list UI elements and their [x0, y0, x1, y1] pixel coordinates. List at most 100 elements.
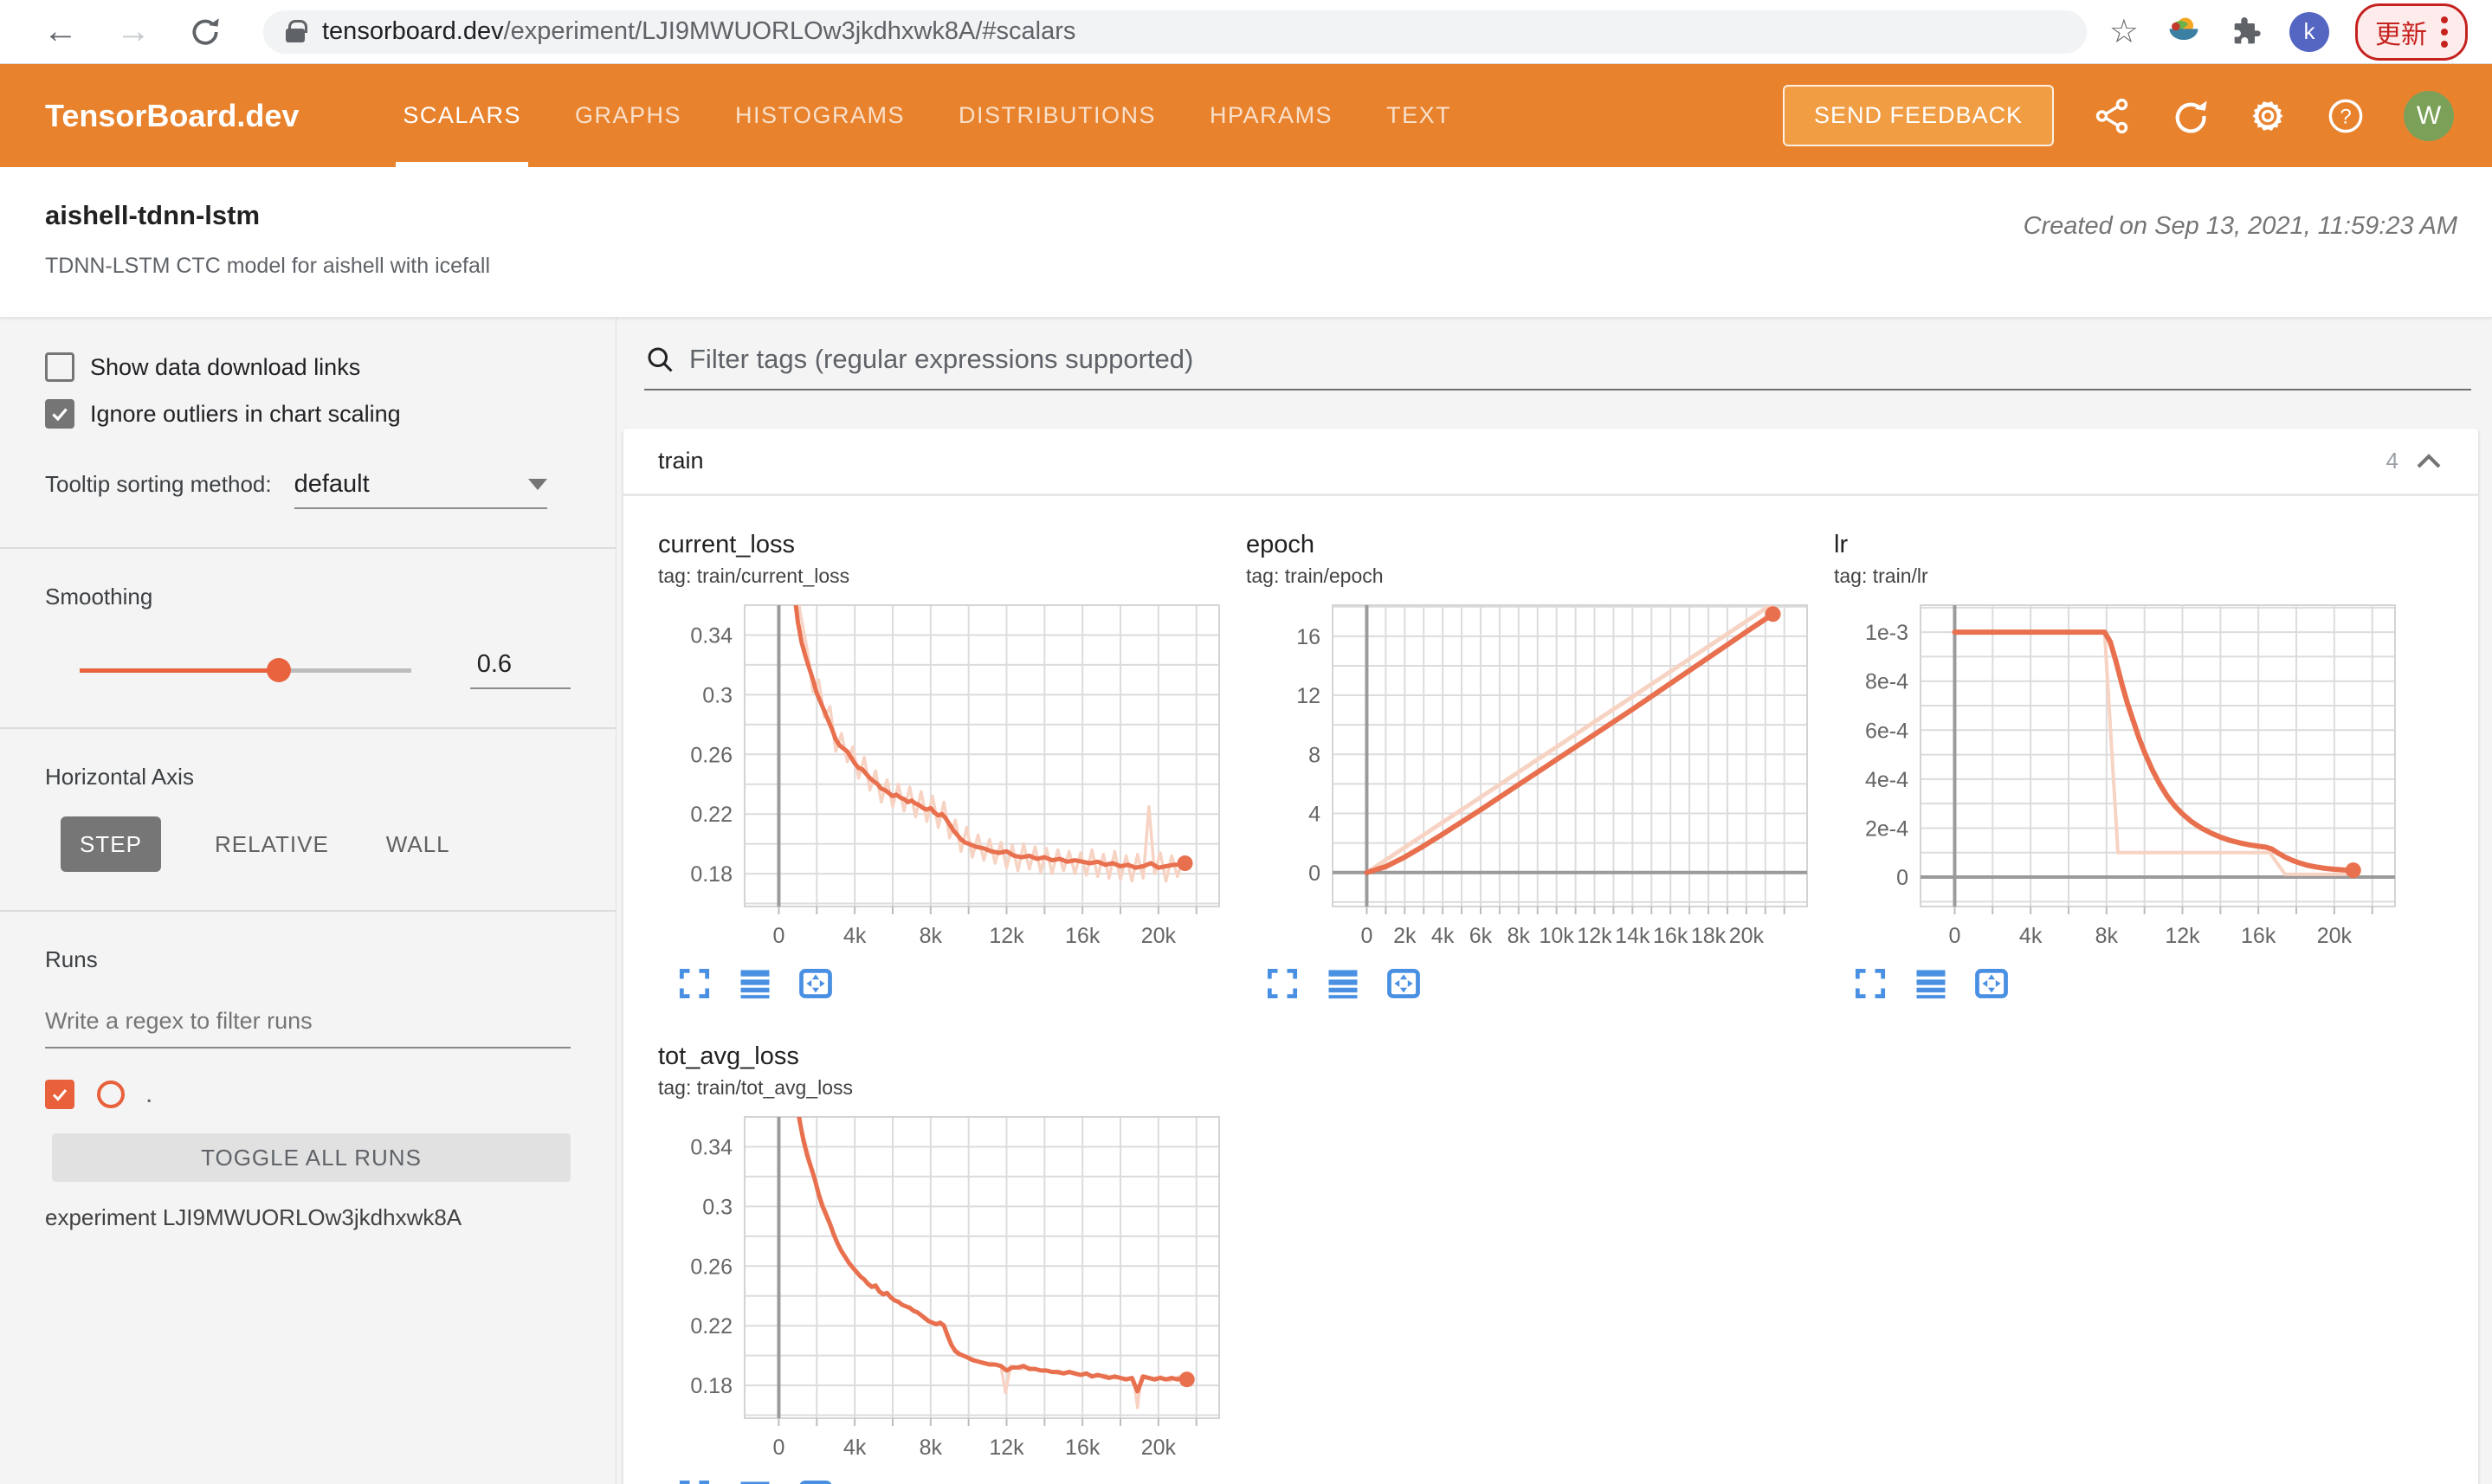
extensions-puzzle-icon[interactable] [2229, 15, 2263, 49]
fit-domain-icon[interactable] [1972, 965, 2011, 1003]
chart-actions [675, 1476, 1230, 1484]
chart-plot-area[interactable]: 0.18 0.22 0.26 0.3 0.34 0 4k 8k 12k 16k 20k [658, 1112, 1230, 1460]
browser-profile-avatar[interactable]: k [2289, 11, 2329, 52]
axis-relative-button[interactable]: RELATIVE [215, 831, 329, 858]
x-tick-label: 10k [1539, 924, 1574, 946]
y-tick-label: 0.18 [690, 1374, 733, 1398]
y-tick-label: 8e-4 [1865, 670, 1908, 694]
train-section-header[interactable]: train 4 [623, 429, 2478, 496]
toggle-all-runs-button[interactable]: TOGGLE ALL RUNS [52, 1133, 571, 1182]
x-tick-label: 4k [2019, 924, 2043, 946]
data-table-icon[interactable] [736, 1476, 774, 1484]
filter-tags-field[interactable] [644, 344, 2471, 390]
axis-step-button[interactable]: STEP [61, 816, 161, 872]
x-tick-label: 20k [1141, 924, 1177, 946]
chart-plot-area[interactable]: 0.18 0.22 0.26 0.3 0.34 0 4k 8k 12k 16k 20k [658, 600, 1230, 948]
data-table-icon[interactable] [736, 965, 774, 1003]
account-avatar[interactable]: W [2404, 90, 2454, 141]
svg-text:?: ? [2340, 105, 2351, 128]
data-table-icon[interactable] [1912, 965, 1950, 1003]
tooltip-sorting-value: default [294, 470, 370, 498]
x-tick-label: 12k [989, 924, 1024, 946]
fit-domain-icon[interactable] [1385, 965, 1423, 1003]
series-end-dot [2345, 862, 2361, 879]
charts-grid: current_loss tag: train/current_loss 0.18 0… [658, 531, 2478, 1484]
runs-filter-input[interactable] [45, 1008, 571, 1048]
fit-domain-icon[interactable] [797, 965, 835, 1003]
x-tick-label: 20k [1141, 1436, 1177, 1458]
filter-tags-input[interactable] [689, 344, 2471, 375]
bookmark-star-icon[interactable]: ☆ [2109, 12, 2139, 51]
x-tick-label: 8k [1507, 924, 1531, 946]
y-tick-label: 0 [1896, 866, 1908, 890]
chart-title: tot_avg_loss [658, 1042, 799, 1070]
data-table-icon[interactable] [1324, 965, 1362, 1003]
fullscreen-icon[interactable] [1263, 965, 1301, 1003]
smoothing-slider-knob[interactable] [266, 657, 291, 682]
sidebar-divider [0, 547, 616, 549]
ignore-outliers-row[interactable]: Ignore outliers in chart scaling [45, 399, 571, 429]
extension-colorful-icon[interactable] [2165, 13, 2203, 51]
tab-distributions[interactable]: DISTRIBUTIONS [959, 64, 1156, 167]
show-download-links-checkbox[interactable] [45, 352, 74, 382]
help-icon[interactable]: ? [2326, 96, 2366, 136]
share-icon[interactable] [2092, 96, 2132, 136]
x-tick-label: 0 [1949, 924, 1961, 946]
y-tick-label: 6e-4 [1865, 719, 1908, 743]
y-tick-label: 0.3 [702, 1195, 733, 1219]
x-tick-label: 20k [1729, 924, 1765, 946]
x-tick-label: 12k [2165, 924, 2200, 946]
url-text: tensorboard.dev/experiment/LJI9MWUORLOw3… [322, 17, 1076, 45]
fullscreen-icon[interactable] [1851, 965, 1889, 1003]
browser-refresh-icon[interactable] [189, 16, 222, 48]
browser-menu-icon[interactable] [2441, 16, 2448, 48]
tab-graphs[interactable]: GRAPHS [575, 64, 681, 167]
chart-tag: tag: train/epoch [1246, 565, 1384, 587]
settings-gear-icon[interactable] [2248, 96, 2288, 136]
ignore-outliers-checkbox[interactable] [45, 399, 74, 429]
axis-wall-button[interactable]: WALL [386, 831, 450, 858]
smoothing-value[interactable]: 0.6 [469, 650, 571, 689]
x-tick-label: 12k [1577, 924, 1612, 946]
chart-plot-area[interactable]: 0 2e-4 4e-4 6e-4 8e-4 1e-3 0 4k 8k 12k 16k 20k [1834, 600, 2405, 948]
y-tick-label: 2e-4 [1865, 816, 1908, 841]
run-row[interactable]: . [45, 1080, 571, 1109]
x-tick-label: 8k [920, 924, 943, 946]
fullscreen-icon[interactable] [675, 965, 713, 1003]
tab-histograms[interactable]: HISTOGRAMS [735, 64, 905, 167]
address-bar[interactable]: tensorboard.dev/experiment/LJI9MWUORLOw3… [263, 10, 2087, 54]
browser-chrome: ← → tensorboard.dev/experiment/LJI9MWUOR… [0, 0, 2492, 64]
chrome-update-button[interactable]: 更新 [2355, 3, 2468, 61]
y-tick-label: 0.22 [690, 1314, 733, 1339]
x-tick-label: 18k [1691, 924, 1727, 946]
horizontal-axis-label: Horizontal Axis [45, 764, 194, 790]
send-feedback-button[interactable]: SEND FEEDBACK [1782, 85, 2054, 146]
tab-scalars[interactable]: SCALARS [396, 64, 528, 167]
series-end-dot [1765, 606, 1781, 623]
reload-data-icon[interactable] [2170, 96, 2210, 136]
chart-epoch: epoch tag: train/epoch 0 4 8 12 16 0 2k 4k 6k 8k 10k… [1246, 531, 1817, 1003]
x-tick-label: 2k [1393, 924, 1417, 946]
run-name: . [145, 1080, 153, 1108]
tooltip-sorting-label: Tooltip sorting method: [45, 471, 272, 497]
fullscreen-icon[interactable] [675, 1476, 713, 1484]
browser-back-icon[interactable]: ← [43, 12, 78, 51]
collapse-chevron-up-icon[interactable] [2414, 451, 2444, 472]
sidebar-divider [0, 727, 616, 729]
chart-actions [1851, 965, 2405, 1003]
x-tick-label: 16k [1065, 924, 1101, 946]
tab-text[interactable]: TEXT [1386, 64, 1451, 167]
tab-hparams[interactable]: HPARAMS [1210, 64, 1333, 167]
y-tick-label: 0.26 [690, 1255, 733, 1279]
x-tick-label: 14k [1615, 924, 1650, 946]
fit-domain-icon[interactable] [797, 1476, 835, 1484]
runs-label: Runs [45, 946, 98, 972]
run-checkbox[interactable] [45, 1080, 74, 1109]
chart-plot-area[interactable]: 0 4 8 12 16 0 2k 4k 6k 8k 10k 12k 14k 16k 18k 20k [1246, 600, 1817, 948]
smoothing-slider[interactable] [80, 657, 411, 682]
tooltip-sorting-select[interactable]: default [294, 470, 547, 509]
chart-current_loss: current_loss tag: train/current_loss 0.18 0… [658, 531, 1230, 1003]
y-tick-label: 4e-4 [1865, 768, 1908, 792]
show-download-links-row[interactable]: Show data download links [45, 352, 571, 382]
y-tick-label: 0.18 [690, 862, 733, 887]
